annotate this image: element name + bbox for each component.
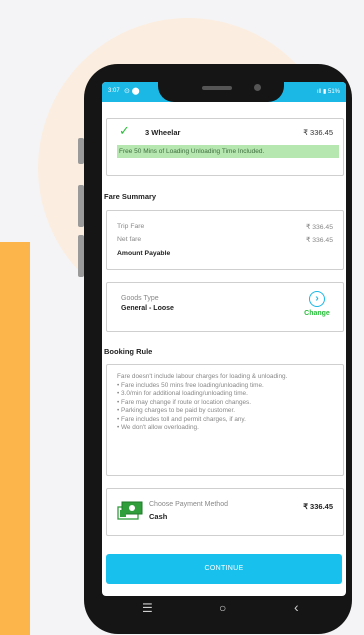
rule-line: • Fare includes toll and permit charges,… <box>117 415 246 423</box>
status-time: 3:07 <box>108 88 120 94</box>
cash-icon <box>117 501 143 520</box>
chevron-right-icon: › <box>309 291 325 307</box>
fare-summary-card: Trip Fare ₹ 336.45 Net fare ₹ 336.45 Amo… <box>106 210 344 270</box>
payment-amount: ₹ 336.45 <box>303 502 333 511</box>
fare-summary-title: Fare Summary <box>104 192 157 201</box>
phone-side-button <box>78 138 84 164</box>
android-nav-bar: ☰ ○ ‹ <box>102 596 346 622</box>
menu-icon[interactable]: ☰ <box>142 601 153 615</box>
change-goods-button[interactable]: › Change <box>303 291 331 317</box>
payment-method-label: Choose Payment Method <box>149 501 228 508</box>
payment-method-value: Cash <box>149 512 168 521</box>
booking-rule-card: Fare doesn't include labour charges for … <box>106 364 344 476</box>
change-label: Change <box>304 310 330 317</box>
net-fare-value: ₹ 336.45 <box>305 237 333 244</box>
free-time-banner: Free 50 Mins of Loading Unloading Time I… <box>117 145 339 158</box>
rule-line: • Fare includes 50 mins free loading/unl… <box>117 381 264 389</box>
status-icons: ⊙ ⬤ <box>124 88 140 95</box>
vehicle-row: ✓ 3 Wheelar ₹ 336.45 <box>107 119 343 143</box>
payment-method-card[interactable]: Choose Payment Method Cash ₹ 336.45 <box>106 488 344 536</box>
back-icon[interactable]: ‹ <box>294 599 299 615</box>
phone-side-button <box>78 185 84 227</box>
phone-speaker <box>202 86 232 90</box>
home-icon[interactable]: ○ <box>219 601 226 615</box>
check-icon: ✓ <box>119 123 130 138</box>
background-orange-block <box>0 242 30 635</box>
amount-payable-label: Amount Payable <box>117 250 171 257</box>
vehicle-name: 3 Wheelar <box>145 128 181 137</box>
app-screen: 3:07 ⊙ ⬤ ıll ▮ 51% ✓ 3 Wheelar ₹ 336.45 … <box>102 82 346 596</box>
trip-fare-label: Trip Fare <box>117 223 145 230</box>
vehicle-card[interactable]: ✓ 3 Wheelar ₹ 336.45 Free 50 Mins of Loa… <box>106 118 344 176</box>
rule-line: • Parking charges to be paid by customer… <box>117 407 236 414</box>
rule-line: Fare doesn't include labour charges for … <box>117 373 288 380</box>
trip-fare-value: ₹ 336.45 <box>305 224 333 231</box>
net-fare-label: Net fare <box>117 236 142 243</box>
goods-type-value: General - Loose <box>121 305 174 312</box>
rule-line: • Fare may change if route or location c… <box>117 398 252 406</box>
continue-button[interactable]: CONTINUE <box>106 554 342 584</box>
rule-line: • We don't allow overloading. <box>117 424 199 431</box>
booking-rule-text: Fare doesn't include labour charges for … <box>117 373 329 433</box>
front-camera <box>254 84 261 91</box>
rule-line: • 3.0/min for additional loading/unloadi… <box>117 390 248 397</box>
phone-side-button <box>78 235 84 277</box>
booking-rule-title: Booking Rule <box>104 347 153 356</box>
battery-indicator: ıll ▮ 51% <box>317 89 340 95</box>
goods-type-card: Goods Type General - Loose › Change <box>106 282 344 332</box>
goods-type-label: Goods Type <box>121 295 159 302</box>
vehicle-price: ₹ 336.45 <box>303 128 333 137</box>
